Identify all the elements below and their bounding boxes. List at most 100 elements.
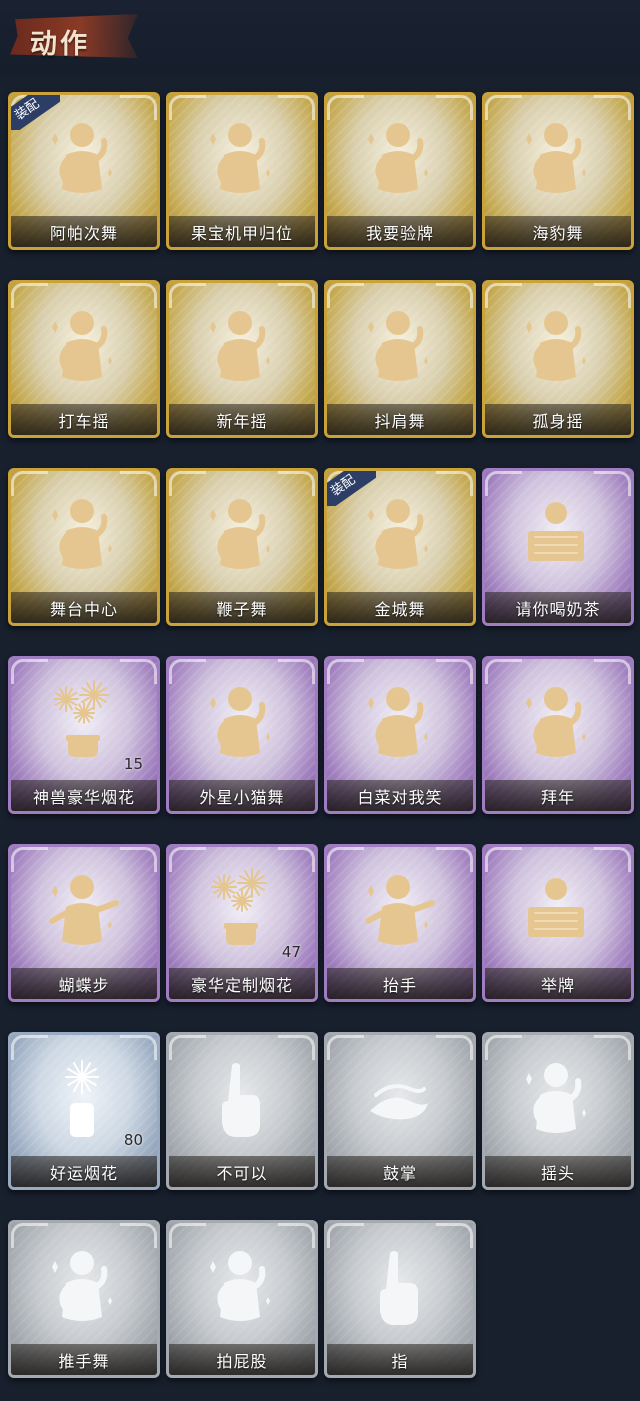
emote-card[interactable]: 推手舞 <box>8 1220 160 1378</box>
card-ornament <box>278 283 315 308</box>
card-ornament <box>120 471 157 496</box>
card-ornament <box>11 1223 48 1248</box>
emote-name: 鞭子舞 <box>216 599 268 619</box>
card-ornament <box>327 1223 364 1248</box>
emote-name: 舞台中心 <box>49 599 118 619</box>
card-ornament <box>169 283 206 308</box>
slap-icon <box>202 1243 278 1331</box>
emote-card[interactable]: 举牌 <box>482 844 634 1002</box>
emote-name: 拍屁股 <box>216 1351 268 1371</box>
emote-card[interactable]: 摇头 <box>482 1032 634 1190</box>
emote-card[interactable]: 80 好运烟花 <box>8 1032 160 1190</box>
emote-card[interactable]: 抬手 <box>324 844 476 1002</box>
card-ornament <box>278 95 315 120</box>
emote-card[interactable]: 指 <box>324 1220 476 1378</box>
firework-icon <box>202 867 278 955</box>
firework-icon <box>44 679 120 767</box>
card-label-bar: 我要验牌 <box>327 216 473 247</box>
emote-name: 拜年 <box>540 787 575 807</box>
emote-card[interactable]: 拍屁股 <box>166 1220 318 1378</box>
card-label-bar: 鼓掌 <box>327 1156 473 1187</box>
card-label-bar: 指 <box>327 1344 473 1375</box>
card-ornament <box>120 95 157 120</box>
card-ornament <box>485 847 522 872</box>
card-ornament <box>11 471 48 496</box>
card-ornament <box>169 659 206 684</box>
card-ornament <box>278 1035 315 1060</box>
card-ornament <box>436 471 473 496</box>
emote-card[interactable]: 打车摇 <box>8 280 160 438</box>
emote-name: 白菜对我笑 <box>357 787 443 807</box>
card-ornament <box>169 471 206 496</box>
emote-name: 海豹舞 <box>532 223 584 243</box>
card-ornament <box>120 283 157 308</box>
push-dance-icon <box>44 1243 120 1331</box>
card-label-bar: 金城舞 <box>327 592 473 623</box>
card-ornament <box>11 847 48 872</box>
card-label-bar: 不可以 <box>169 1156 315 1187</box>
card-ornament <box>485 659 522 684</box>
point-figure-icon <box>44 867 120 955</box>
card-ornament <box>485 283 522 308</box>
card-label-bar: 蝴蝶步 <box>11 968 157 999</box>
emote-card[interactable]: 新年摇 <box>166 280 318 438</box>
firework-can-icon <box>44 1055 120 1143</box>
sign-figure-icon <box>518 491 594 579</box>
emote-card[interactable]: 鼓掌 <box>324 1032 476 1190</box>
card-label-bar: 推手舞 <box>11 1344 157 1375</box>
emote-name: 新年摇 <box>216 411 268 431</box>
card-label-bar: 请你喝奶茶 <box>485 592 631 623</box>
card-ornament <box>278 659 315 684</box>
emote-card[interactable]: 拜年 <box>482 656 634 814</box>
emote-card[interactable]: 孤身摇 <box>482 280 634 438</box>
item-count: 47 <box>281 943 301 961</box>
card-label-bar: 舞台中心 <box>11 592 157 623</box>
card-label-bar: 举牌 <box>485 968 631 999</box>
emote-card[interactable]: 鞭子舞 <box>166 468 318 626</box>
sign-figure-icon <box>518 867 594 955</box>
equipped-badge: 装配 <box>11 95 60 130</box>
card-label-bar: 拍屁股 <box>169 1344 315 1375</box>
card-label-bar: 新年摇 <box>169 404 315 435</box>
card-label-bar: 鞭子舞 <box>169 592 315 623</box>
emote-name: 果宝机甲归位 <box>190 223 293 243</box>
card-label-bar: 打车摇 <box>11 404 157 435</box>
emote-name: 鼓掌 <box>382 1163 417 1183</box>
emote-card[interactable]: 外星小猫舞 <box>166 656 318 814</box>
card-label-bar: 外星小猫舞 <box>169 780 315 811</box>
dance-figure-icon <box>44 303 120 391</box>
dance-figure-icon <box>360 303 436 391</box>
emote-card[interactable]: 阿帕次舞 装配 <box>8 92 160 250</box>
emote-card[interactable]: 抖肩舞 <box>324 280 476 438</box>
emote-grid: 阿帕次舞 装配果宝机甲归位 我要验牌 海豹舞打车摇 新年摇 抖肩舞 孤身摇舞台中心 鞭子舞 金城… <box>0 0 640 1401</box>
card-label-bar: 抬手 <box>327 968 473 999</box>
emote-card[interactable]: 果宝机甲归位 <box>166 92 318 250</box>
dance-figure-icon <box>202 115 278 203</box>
card-ornament <box>594 1035 631 1060</box>
emote-card[interactable]: 舞台中心 <box>8 468 160 626</box>
emote-card[interactable]: 海豹舞 <box>482 92 634 250</box>
emote-card[interactable]: 我要验牌 <box>324 92 476 250</box>
card-ornament <box>594 847 631 872</box>
card-ornament <box>278 1223 315 1248</box>
emote-name: 举牌 <box>540 975 575 995</box>
emote-card[interactable]: 47 豪华定制烟花 <box>166 844 318 1002</box>
emote-card[interactable]: 白菜对我笑 <box>324 656 476 814</box>
card-ornament <box>120 1223 157 1248</box>
card-ornament <box>11 659 48 684</box>
emote-card[interactable]: 金城舞 装配 <box>324 468 476 626</box>
emote-card[interactable]: 请你喝奶茶 <box>482 468 634 626</box>
card-ornament <box>436 283 473 308</box>
emote-card[interactable]: 蝴蝶步 <box>8 844 160 1002</box>
card-ornament <box>169 1035 206 1060</box>
card-ornament <box>485 1035 522 1060</box>
emote-name: 金城舞 <box>374 599 426 619</box>
emote-name: 指 <box>391 1351 409 1371</box>
card-ornament <box>327 95 364 120</box>
emote-card[interactable]: 不可以 <box>166 1032 318 1190</box>
card-ornament <box>327 1035 364 1060</box>
emote-name: 抖肩舞 <box>374 411 426 431</box>
card-ornament <box>436 659 473 684</box>
dance-figure-icon <box>518 303 594 391</box>
emote-card[interactable]: 15 神兽豪华烟花 <box>8 656 160 814</box>
